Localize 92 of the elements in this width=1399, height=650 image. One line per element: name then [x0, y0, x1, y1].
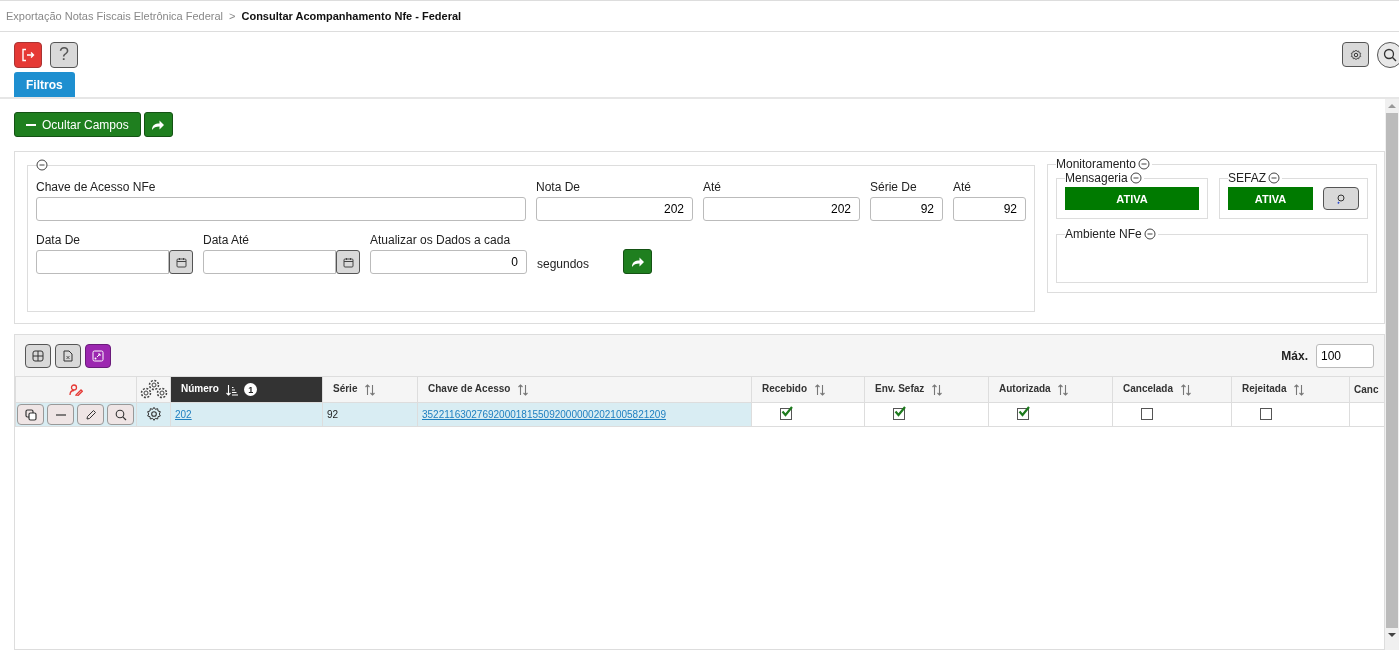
gears-icon[interactable]: [138, 378, 169, 401]
grid-icon: [32, 350, 44, 362]
text-field[interactable]: 92: [953, 197, 1026, 221]
document-icon: [63, 350, 73, 362]
text-field[interactable]: 0: [370, 250, 527, 274]
forward-arrow-icon: [151, 118, 166, 131]
collapse-icon[interactable]: [36, 159, 48, 171]
collapse-icon[interactable]: [1268, 172, 1280, 184]
settings-icon: [1349, 48, 1362, 61]
breadcrumb-item[interactable]: Exportação Notas Fiscais Eletrônica Federal: [6, 10, 224, 22]
calendar-icon: [175, 256, 187, 268]
hide-fields-button[interactable]: Ocultar Campos: [14, 112, 141, 137]
search-icon: [1336, 193, 1346, 204]
field-label: Nota De: [536, 180, 582, 195]
column-header[interactable]: Série: [322, 376, 418, 403]
text-field[interactable]: 202: [536, 197, 693, 221]
date-field[interactable]: [203, 250, 336, 274]
field-label: Série De: [870, 180, 918, 195]
calendar-button[interactable]: [336, 250, 360, 274]
help-button[interactable]: ?: [50, 41, 78, 68]
edit-button[interactable]: [77, 404, 104, 425]
column-header[interactable]: Chave de Acesso: [417, 376, 752, 403]
breadcrumb-separator: >: [229, 10, 236, 22]
column-header[interactable]: Rejeitada: [1231, 376, 1350, 403]
column-header[interactable]: Número 1: [170, 376, 323, 403]
sort-order-badge: 1: [244, 383, 258, 396]
collapse-icon[interactable]: [1129, 172, 1142, 184]
settings-icon[interactable]: [145, 405, 162, 422]
sort-icon: [517, 383, 530, 396]
scrollbar[interactable]: [1385, 99, 1399, 650]
status-indicator: ATIVA: [1065, 187, 1199, 210]
calendar-icon: [342, 256, 354, 268]
fieldset-title: Ambiente NFe: [1065, 227, 1142, 241]
pencil-icon: [84, 408, 97, 421]
search-button[interactable]: [1377, 41, 1399, 68]
column-header[interactable]: Env. Sefaz: [864, 376, 989, 403]
breadcrumb-item: Consultar Acompanhamento Nfe - Federal: [241, 10, 462, 22]
field-label: Data Até: [203, 233, 251, 248]
copy-icon: [24, 408, 37, 421]
copy-button[interactable]: [17, 404, 44, 425]
max-rows-field[interactable]: 100: [1316, 344, 1374, 368]
text-field[interactable]: 92: [870, 197, 943, 221]
record-link[interactable]: 35221163027692000181550920000002021005821209: [422, 409, 666, 420]
settings-button[interactable]: [1342, 42, 1369, 67]
date-field[interactable]: [36, 250, 169, 274]
text-field[interactable]: 202: [703, 197, 860, 221]
exit-button[interactable]: [14, 41, 42, 68]
forward-arrow-icon: [630, 255, 645, 268]
fieldset-title: Mensageria: [1065, 171, 1128, 185]
record-link[interactable]: 202: [175, 409, 192, 420]
collapse-icon[interactable]: [1138, 158, 1151, 170]
scroll-down-icon[interactable]: [1388, 632, 1396, 638]
sort-ascending-icon: [225, 383, 238, 396]
column-header[interactable]: Canc: [1349, 376, 1384, 403]
fieldset-title: SEFAZ: [1228, 171, 1266, 185]
status-indicator: ATIVA: [1228, 187, 1313, 210]
field-label: Até: [953, 180, 972, 195]
export-button[interactable]: [55, 344, 81, 368]
share-button[interactable]: [143, 112, 173, 137]
user-edit-icon[interactable]: [69, 383, 83, 396]
query-button[interactable]: [1323, 187, 1359, 210]
search-icon: [114, 408, 127, 421]
sort-icon: [1179, 383, 1192, 396]
sort-icon: [1057, 383, 1070, 396]
scrollbar-thumb[interactable]: [1386, 113, 1398, 628]
max-label: Máx.: [1281, 349, 1308, 363]
cell-text: 92: [327, 409, 339, 420]
field-label: Data De: [36, 233, 82, 248]
expand-icon: [92, 350, 104, 362]
calendar-button[interactable]: [169, 250, 193, 274]
sort-icon: [813, 383, 826, 396]
sort-icon: [1293, 383, 1306, 396]
field-label: Atualizar os Dados a cada: [370, 233, 512, 248]
column-header[interactable]: Cancelada: [1112, 376, 1232, 403]
column-header[interactable]: Recebido: [751, 376, 865, 403]
layout-button[interactable]: [25, 344, 51, 368]
sort-icon: [931, 383, 944, 396]
column-header[interactable]: Autorizada: [988, 376, 1113, 403]
fieldset-title: Monitoramento: [1056, 157, 1137, 171]
collapse-icon[interactable]: [1143, 228, 1156, 240]
view-button[interactable]: [107, 404, 134, 425]
expand-button[interactable]: [85, 344, 111, 368]
apply-button[interactable]: [623, 249, 653, 274]
sort-icon: [364, 383, 377, 396]
text-field[interactable]: [36, 197, 526, 221]
search-icon: [1383, 47, 1397, 62]
unit-label: segundos: [537, 257, 590, 273]
field-label: Chave de Acesso NFe: [36, 180, 157, 195]
exit-icon: [21, 47, 35, 62]
field-label: Até: [703, 180, 722, 195]
filters-tab[interactable]: Filtros: [14, 72, 75, 97]
remove-button[interactable]: [47, 404, 74, 425]
